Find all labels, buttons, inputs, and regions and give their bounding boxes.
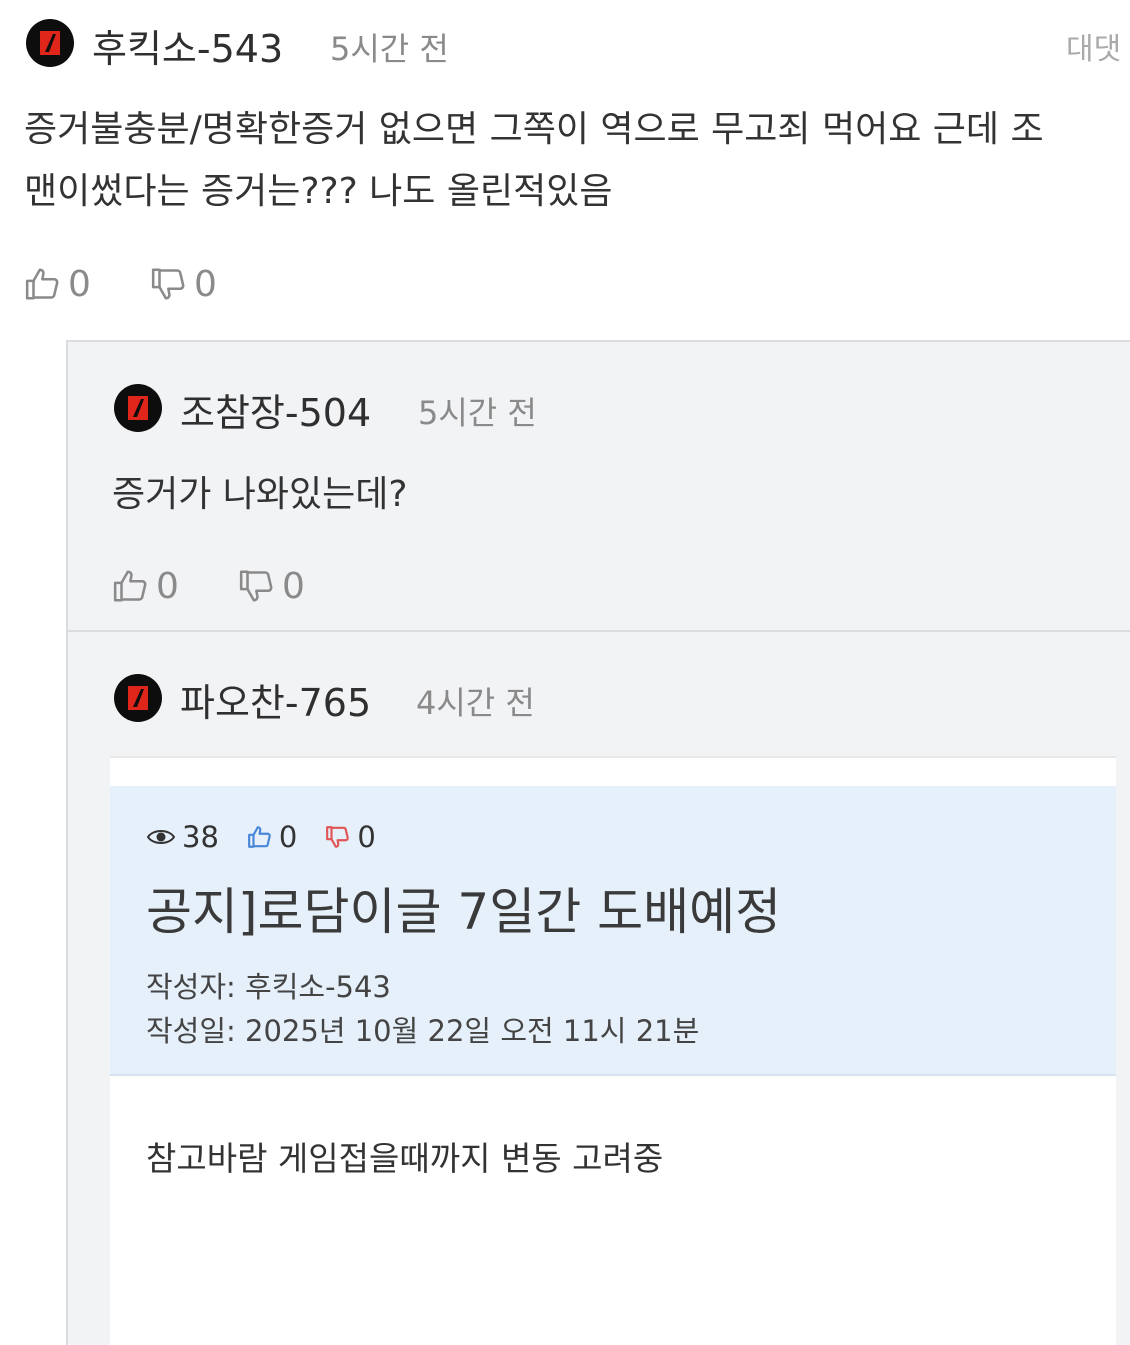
comment-time: 5시간 전 <box>418 394 537 432</box>
comment-text-line: 증거불충분/명확한증거 없으면 그쪽이 역으로 무고죄 먹어요 근데 조 <box>24 109 1044 150</box>
like-button[interactable]: 0 <box>112 565 179 607</box>
post-title[interactable]: 공지]로담이글 7일간 도배예정 <box>146 872 781 944</box>
post-stats: 38 0 0 <box>146 820 404 854</box>
comment-time: 5시간 전 <box>330 30 449 68</box>
thumbs-down-icon <box>239 570 273 602</box>
avatar <box>26 19 74 67</box>
comment-text-line: 맨이썼다는 증거는??? 나도 올린적있음 <box>24 171 613 212</box>
comment-text-line: 증거가 나와있는데? <box>112 474 408 515</box>
thumbs-up-icon <box>247 826 271 848</box>
post-like-count: 0 <box>278 820 298 854</box>
post-header: 38 0 0 공지]로담이글 7일간 도배예정 작성자: 후킥소-543 작성일… <box>110 786 1116 1076</box>
comment-time: 4시간 전 <box>416 684 535 722</box>
comment-author[interactable]: 파오찬-765 <box>180 672 371 727</box>
reply-comment: 조참장-504 5시간 전 증거가 나와있는데? 0 0 <box>66 340 1130 632</box>
dislike-count: 0 <box>194 263 217 305</box>
embedded-post-card[interactable]: 38 0 0 공지]로담이글 7일간 도배예정 작성자: 후킥소-543 작성일… <box>110 756 1116 1345</box>
eye-icon <box>146 830 176 844</box>
post-dislike-count: 0 <box>357 820 376 854</box>
thumbs-down-icon <box>151 268 185 300</box>
post-date: 작성일: 2025년 10월 22일 오전 11시 21분 <box>146 1014 700 1048</box>
like-count: 0 <box>156 565 179 607</box>
dislike-button[interactable]: 0 <box>150 263 217 305</box>
dislike-count: 0 <box>282 565 305 607</box>
dislike-button[interactable]: 0 <box>238 565 305 607</box>
avatar <box>114 384 162 432</box>
comment-author[interactable]: 조참장-504 <box>180 382 371 437</box>
reply-button[interactable]: 대댓 <box>1066 24 1121 68</box>
view-count: 38 <box>182 820 219 854</box>
like-button[interactable]: 0 <box>24 263 91 305</box>
thumbs-up-icon <box>25 268 59 300</box>
like-count: 0 <box>68 263 91 305</box>
post-author: 작성자: 후킥소-543 <box>146 970 391 1004</box>
thumbs-down-icon <box>326 826 350 848</box>
avatar <box>114 674 162 722</box>
comment-author[interactable]: 후킥소-543 <box>92 18 283 73</box>
thumbs-up-icon <box>113 570 147 602</box>
post-body: 참고바람 게임접을때까지 변동 고려중 <box>146 1139 664 1178</box>
